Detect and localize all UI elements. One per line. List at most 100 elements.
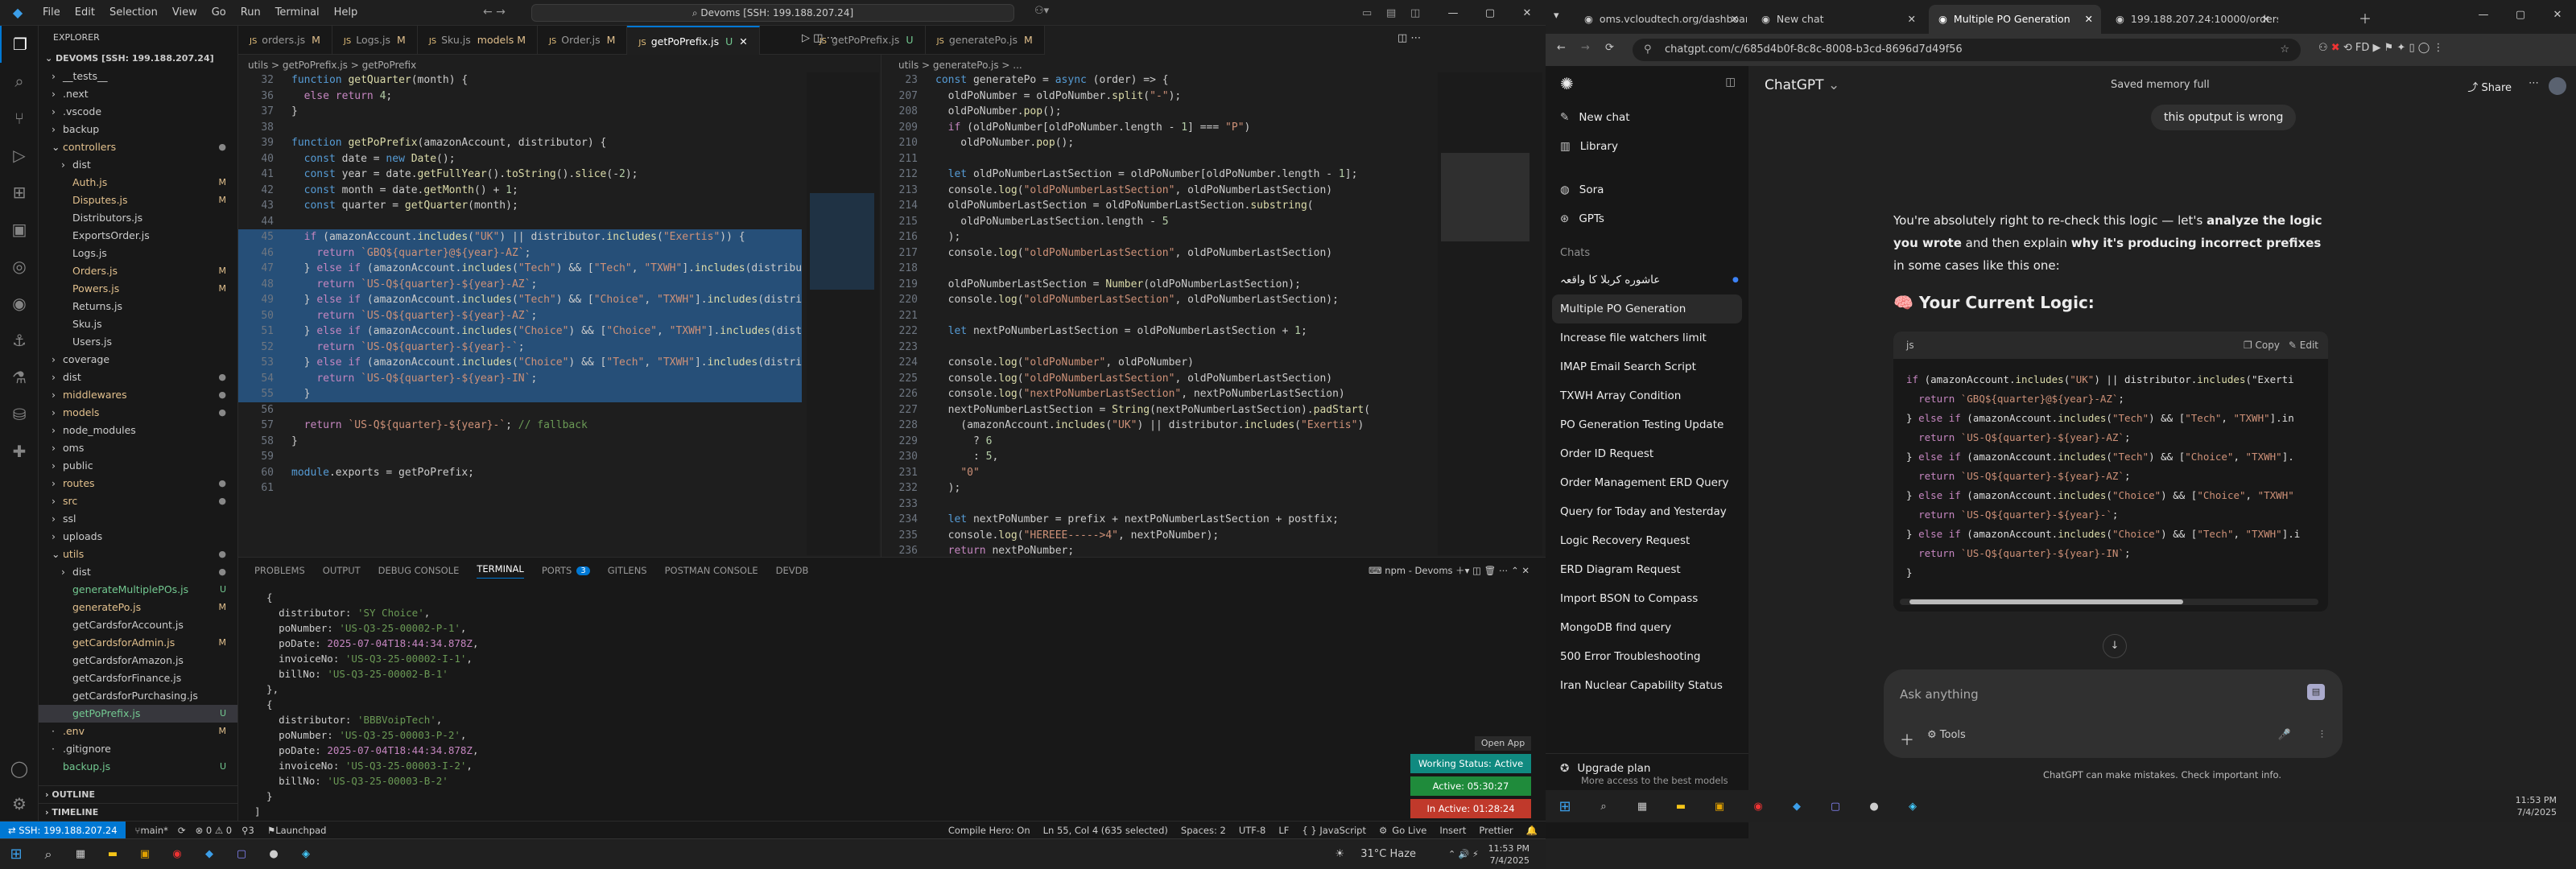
close-icon[interactable]: ✕: [2262, 5, 2270, 34]
app-icon[interactable]: ◈: [1893, 801, 1932, 813]
run-icon[interactable]: ▷: [802, 32, 813, 44]
sidebar-item-sora[interactable]: ◍ Sora: [1546, 175, 1748, 204]
model-selector[interactable]: ChatGPT ⌄: [1765, 77, 1839, 93]
app-icon[interactable]: ◈: [290, 848, 322, 860]
sidebar-item-gpts[interactable]: ⊛ GPTs: [1546, 204, 1748, 233]
tree-file[interactable]: getCardsforAmazon.js: [39, 652, 237, 669]
more-icon[interactable]: ⋯: [1410, 32, 1421, 44]
editor-tab[interactable]: JS Order.js M: [538, 26, 628, 55]
horizontal-scrollbar[interactable]: [1900, 599, 2318, 605]
menu-selection[interactable]: Selection: [102, 6, 165, 19]
scrollbar-thumb[interactable]: [1909, 599, 2183, 604]
tree-file[interactable]: · .gitignore: [39, 740, 237, 758]
copy-button[interactable]: ❐ Copy: [2244, 340, 2280, 351]
gitlens-icon[interactable]: ◎: [0, 248, 39, 285]
breadcrumb[interactable]: utils > generatePo.js > ...: [898, 60, 1022, 71]
minimize-icon[interactable]: —: [2465, 9, 2502, 21]
panel-tab-problems[interactable]: PROBLEMS: [254, 565, 305, 576]
tree-folder[interactable]: › dist ●: [39, 563, 237, 581]
editor-tab[interactable]: JS Sku.js models M: [418, 26, 538, 55]
command-center[interactable]: ⌕ Devoms [SSH: 199.188.207.24]: [531, 4, 1014, 22]
layout-icon[interactable]: ▭: [1362, 7, 1386, 19]
editor-tab[interactable]: JS Logs.js M: [332, 26, 418, 55]
terminal-name[interactable]: npm - Devoms: [1385, 565, 1452, 576]
tree-file[interactable]: ExportsOrder.js: [39, 227, 237, 245]
menu-terminal[interactable]: Terminal: [268, 6, 327, 19]
app-icon[interactable]: ▢: [225, 848, 258, 860]
open-app-button[interactable]: Open App: [1475, 736, 1531, 751]
python-icon[interactable]: ✚: [0, 433, 39, 470]
windows-start-icon[interactable]: ⊞: [1546, 798, 1584, 815]
store-icon[interactable]: ▣: [129, 848, 161, 860]
new-tab-icon[interactable]: ＋: [2359, 8, 2372, 27]
weather-widget[interactable]: 31°C Haze: [1360, 848, 1416, 860]
app-icon[interactable]: ●: [258, 848, 290, 860]
tree-folder[interactable]: › dist ●: [39, 369, 237, 386]
panel-tab-debug-console[interactable]: DEBUG CONSOLE: [378, 565, 460, 576]
problems-status[interactable]: ⊗ 0 ⚠ 0: [196, 825, 233, 836]
layout-sidebar-icon[interactable]: ◫: [1410, 7, 1435, 19]
panel-tab-gitlens[interactable]: GITLENS: [608, 565, 647, 576]
tree-folder[interactable]: › .next: [39, 85, 237, 103]
postman-icon[interactable]: ◉: [0, 285, 39, 322]
bell-icon[interactable]: 🔔: [1526, 825, 1538, 836]
avatar[interactable]: [2549, 77, 2566, 95]
chat-history-item[interactable]: ERD Diagram Request: [1546, 555, 1748, 584]
chrome-icon[interactable]: ◉: [1739, 801, 1777, 813]
more-icon[interactable]: ⋯: [1499, 565, 1511, 576]
branch-status[interactable]: main*: [140, 825, 167, 836]
forward-icon[interactable]: →: [1581, 42, 1590, 54]
browser-tab[interactable]: ◉ New chat ✕: [1752, 5, 1924, 34]
chat-history-item[interactable]: عاشوره کربلا کا واقعہ ●: [1546, 266, 1748, 294]
chat-history-item[interactable]: Order Management ERD Query: [1546, 468, 1748, 497]
tree-folder[interactable]: › backup: [39, 121, 237, 138]
tree-folder[interactable]: › dist: [39, 156, 237, 174]
sidebar-item-library[interactable]: ▥ Library: [1546, 132, 1748, 161]
file-explorer-icon[interactable]: ▬: [1662, 801, 1700, 813]
tree-file[interactable]: Auth.js M: [39, 174, 237, 192]
tree-file[interactable]: Powers.js M: [39, 280, 237, 298]
outline-section[interactable]: › OUTLINE: [39, 785, 238, 803]
chat-history-item[interactable]: Iran Nuclear Capability Status: [1546, 671, 1748, 700]
eol-status[interactable]: LF: [1278, 825, 1289, 836]
layout-panel-icon[interactable]: ▤: [1386, 7, 1410, 19]
menu-help[interactable]: Help: [327, 6, 365, 19]
tree-folder[interactable]: › oms: [39, 439, 237, 457]
tree-folder[interactable]: › node_modules: [39, 422, 237, 439]
tree-file[interactable]: Logs.js: [39, 245, 237, 262]
tree-file[interactable]: generatePo.js M: [39, 599, 237, 616]
tree-folder[interactable]: › coverage: [39, 351, 237, 369]
share-button[interactable]: ⤴ Share: [2467, 79, 2512, 94]
tree-file[interactable]: Distributors.js: [39, 209, 237, 227]
close-icon[interactable]: ✕: [1731, 5, 1739, 34]
windows-start-icon[interactable]: ⊞: [0, 846, 32, 863]
testing-icon[interactable]: ⚗: [0, 359, 39, 396]
tree-file[interactable]: getCardsforFinance.js: [39, 669, 237, 687]
minimap[interactable]: [807, 72, 879, 555]
run-debug-icon[interactable]: ▷: [0, 137, 39, 174]
chat-input[interactable]: Ask anything: [1900, 682, 2270, 706]
tree-folder[interactable]: › middlewares ●: [39, 386, 237, 404]
task-view-icon[interactable]: ▦: [1623, 801, 1662, 813]
chat-history-item[interactable]: MongoDB find query: [1546, 613, 1748, 642]
add-attachment-icon[interactable]: ＋: [1900, 729, 1914, 750]
edit-button[interactable]: ✎ Edit: [2289, 340, 2318, 351]
tools-button[interactable]: ⚙ Tools: [1927, 729, 1966, 741]
panel-tab-devdb[interactable]: DEVDB: [776, 565, 809, 576]
vscode-taskbar-icon[interactable]: ◆: [193, 848, 225, 860]
panel-tab-output[interactable]: OUTPUT: [323, 565, 361, 576]
minimize-icon[interactable]: —: [1435, 7, 1472, 19]
chat-history-item[interactable]: IMAP Email Search Script: [1546, 352, 1748, 381]
close-icon[interactable]: ✕: [2539, 9, 2576, 21]
extension-icon[interactable]: ⟲: [2343, 42, 2355, 54]
tree-folder[interactable]: › .vscode: [39, 103, 237, 121]
tree-file[interactable]: getCardsforAdmin.js M: [39, 634, 237, 652]
chat-history-item[interactable]: 500 Error Troubleshooting: [1546, 642, 1748, 671]
tree-folder[interactable]: › ssl: [39, 510, 237, 528]
breadcrumb[interactable]: utils > getPoPrefix.js > getPoPrefix: [248, 60, 416, 71]
close-icon[interactable]: ✕: [2085, 5, 2093, 34]
split-editor-icon[interactable]: ◫: [1397, 32, 1410, 44]
chrome-icon[interactable]: ◉: [161, 848, 193, 860]
terminal-output[interactable]: { distributor: 'SY Choice', poNumber: 'U…: [254, 590, 478, 819]
minimap-slider[interactable]: [1441, 153, 1530, 241]
